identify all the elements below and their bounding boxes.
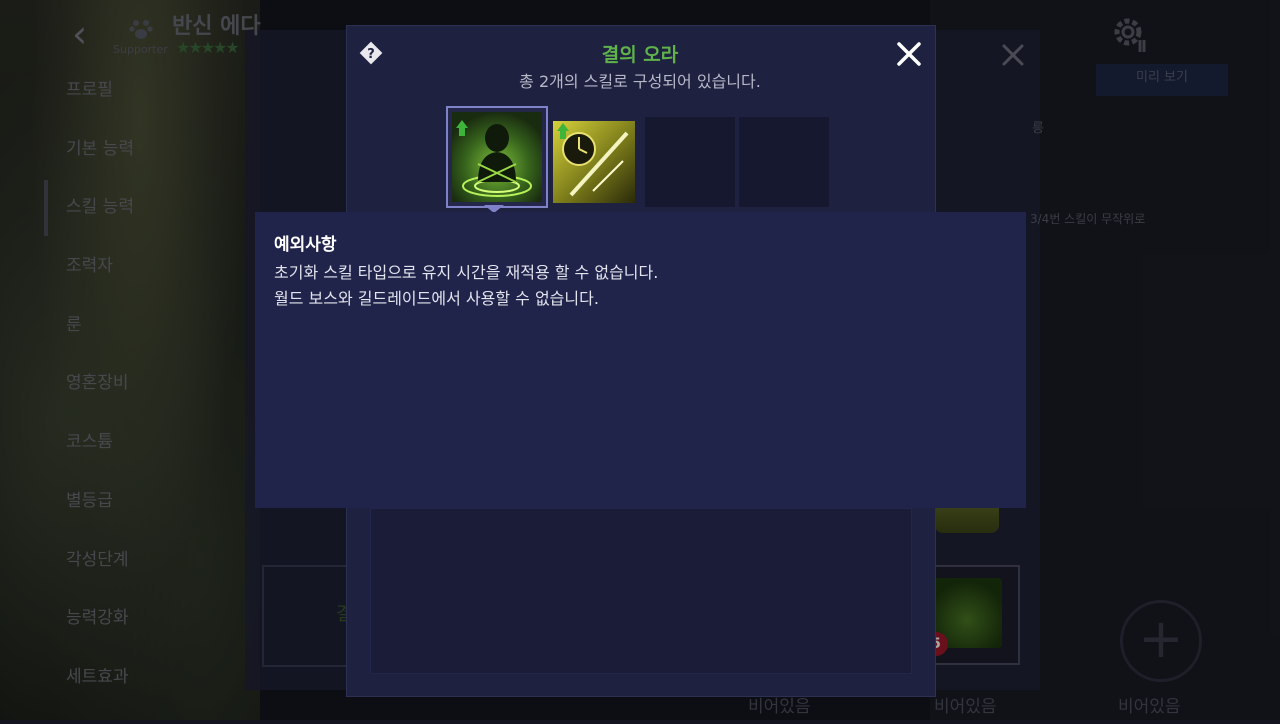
skill-slot-empty xyxy=(645,117,735,207)
modal-title: 결의 오라 xyxy=(601,44,679,66)
skill-slot-empty xyxy=(739,117,829,207)
tooltip-line: 월드 보스와 길드레이드에서 사용할 수 없습니다. xyxy=(274,289,599,308)
aura-figure-skill-icon xyxy=(452,112,542,202)
tooltip-heading: 예외사항 xyxy=(274,235,337,255)
close-icon[interactable] xyxy=(894,39,924,69)
skill-slot-1[interactable] xyxy=(446,106,548,208)
skill-description-area xyxy=(370,508,912,674)
modal-subtitle: 총 2개의 스킬로 구성되어 있습니다. xyxy=(519,72,761,91)
clock-sword-skill-icon xyxy=(553,121,635,203)
tooltip-line: 초기화 스킬 타입으로 유지 시간을 재적용 할 수 없습니다. xyxy=(274,263,659,282)
exception-tooltip xyxy=(255,212,1026,508)
skill-slot-2[interactable] xyxy=(553,121,635,203)
